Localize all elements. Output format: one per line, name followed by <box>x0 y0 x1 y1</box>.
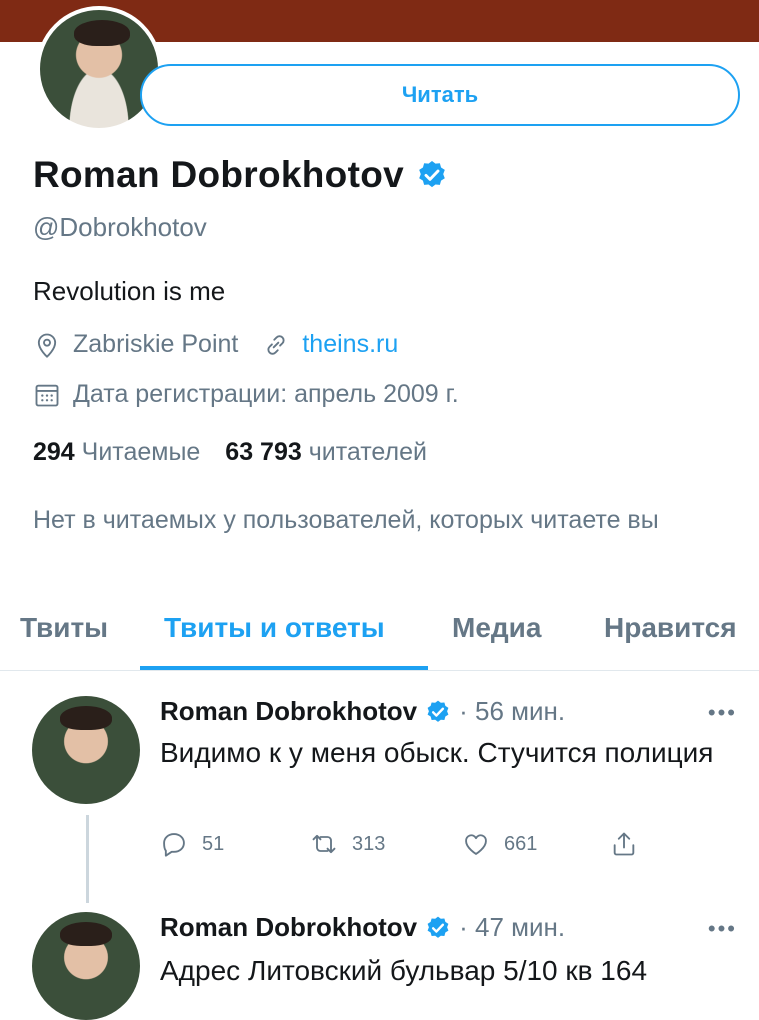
profile-name-row: Roman Dobrokhotov <box>33 154 448 196</box>
tweet-avatar[interactable] <box>32 696 140 804</box>
tab-tweets-and-replies[interactable]: Твиты и ответы <box>164 612 385 644</box>
tweet-time[interactable]: · 47 мин. <box>459 912 565 943</box>
profile-location: Zabriskie Point <box>73 330 239 358</box>
share-icon <box>613 832 635 856</box>
calendar-icon <box>35 384 59 406</box>
profile-website-link[interactable]: theins.ru <box>302 330 398 359</box>
thread-line <box>86 815 89 903</box>
profile-handle: @Dobrokhotov <box>33 212 207 242</box>
follow-button[interactable]: Читать <box>140 64 740 126</box>
tab-tweets[interactable]: Твиты <box>20 612 108 644</box>
retweet-icon <box>312 834 336 854</box>
like-count: 661 <box>504 832 538 855</box>
verified-badge-icon <box>427 916 449 938</box>
profile-meta: Zabriskie Point theins.ru <box>33 330 398 359</box>
followers-link[interactable]: 63 793 читателей <box>225 438 427 466</box>
registration-date: Дата регистрации: апрель 2009 г. <box>73 380 459 408</box>
tweet-header: Roman Dobrokhotov · 47 мин. <box>160 912 565 943</box>
verified-badge-icon <box>419 161 445 188</box>
tweet-time[interactable]: · 56 мин. <box>459 696 565 727</box>
profile-name: Roman Dobrokhotov <box>33 154 404 195</box>
tweet-header: Roman Dobrokhotov · 56 мин. <box>160 696 565 727</box>
reply-icon <box>163 833 185 857</box>
link-icon <box>267 334 285 355</box>
like-icon <box>465 834 487 855</box>
tweet-author[interactable]: Roman Dobrokhotov <box>160 912 417 943</box>
profile-registration: Дата регистрации: апрель 2009 г. <box>33 380 459 409</box>
verified-badge-icon <box>427 700 449 722</box>
follow-counts: 294 Читаемые 63 793 читателей <box>33 438 427 467</box>
followers-you-know-notice: Нет в читаемых у пользователей, которых … <box>33 506 659 534</box>
share-button[interactable] <box>610 830 652 858</box>
profile-tabs: Твиты Твиты и ответы Медиа Нравится <box>0 600 759 671</box>
followers-count: 63 793 <box>225 438 302 466</box>
tweet-text: Видимо к у меня обыск. Стучится полиция <box>160 737 714 768</box>
tweet-author[interactable]: Roman Dobrokhotov <box>160 696 417 727</box>
more-icon[interactable]: ••• <box>708 916 737 942</box>
tweet-text: Адрес Литовский бульвар 5/10 кв 164 <box>160 955 648 986</box>
profile-avatar[interactable] <box>36 6 162 132</box>
more-icon[interactable]: ••• <box>708 700 737 726</box>
retweet-count: 313 <box>352 832 386 855</box>
like-button[interactable]: 661 <box>462 830 537 858</box>
tab-media[interactable]: Медиа <box>452 612 541 644</box>
profile-bio: Revolution is me <box>33 276 226 306</box>
reply-button[interactable]: 51 <box>160 830 224 858</box>
following-label: Читаемые <box>81 438 201 466</box>
reply-count: 51 <box>202 832 225 855</box>
tweet-actions: 51 313 661 <box>160 830 660 864</box>
following-count: 294 <box>33 438 75 466</box>
followers-label: читателей <box>308 438 427 466</box>
retweet-button[interactable]: 313 <box>310 830 385 858</box>
following-link[interactable]: 294 Читаемые <box>33 438 200 466</box>
active-tab-indicator <box>140 666 428 670</box>
location-icon <box>37 333 57 358</box>
tab-likes[interactable]: Нравится <box>604 612 737 644</box>
